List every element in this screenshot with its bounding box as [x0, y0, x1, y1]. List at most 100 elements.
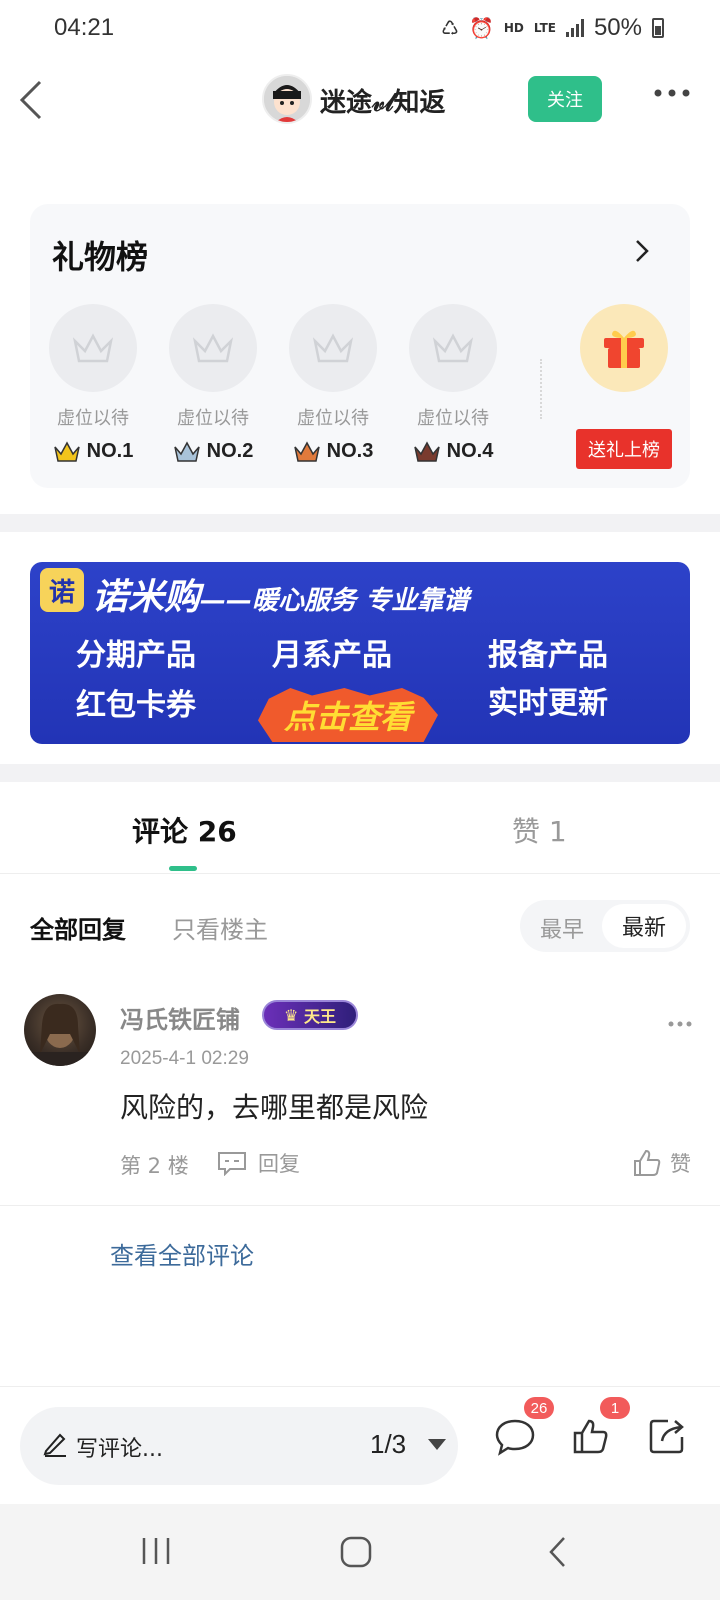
- section-separator: [0, 764, 720, 782]
- gift-board-more[interactable]: [634, 238, 650, 268]
- banner-logo: 诺: [40, 568, 84, 612]
- sort-oldest[interactable]: 最早: [540, 912, 584, 944]
- slot-rank: NO.3: [288, 440, 378, 463]
- slot-label: 虚位以待: [297, 408, 369, 429]
- recents-icon: [142, 1538, 170, 1564]
- comment-time: 2025-4-1 02:29: [120, 1048, 249, 1069]
- share-icon: [649, 1419, 684, 1454]
- crown-silver-icon: [173, 440, 200, 462]
- write-comment-box[interactable]: 写评论... 1/3: [20, 1407, 458, 1485]
- crown-outline-icon: [72, 333, 114, 363]
- avatar-photo-icon: [24, 1003, 96, 1066]
- promo-banner[interactable]: 诺 诺米购——暖心服务 专业靠谱 分期产品 月系产品 报备产品 红包卡券 实时更…: [30, 562, 690, 744]
- more-button[interactable]: [654, 88, 690, 98]
- banner-item: 报备产品: [488, 638, 608, 673]
- home-button[interactable]: [340, 1536, 372, 1572]
- send-gift-button[interactable]: 送礼上榜: [576, 429, 672, 469]
- reply-bubble-icon: [218, 1152, 246, 1176]
- empty-slot-circle: [49, 304, 137, 392]
- signal-icon: [565, 19, 584, 37]
- reply-label: 回复: [258, 1152, 300, 1176]
- back-icon: [549, 1537, 565, 1567]
- filter-all-replies[interactable]: 全部回复: [30, 910, 126, 945]
- slot-label: 虚位以待: [417, 408, 489, 429]
- banner-brand: 诺米购: [92, 577, 201, 618]
- filter-op-only[interactable]: 只看楼主: [172, 910, 268, 945]
- commenter-name[interactable]: 冯氏铁匠铺: [120, 1000, 240, 1035]
- comments-button[interactable]: [494, 1417, 536, 1461]
- gift-box-icon: [604, 330, 644, 368]
- reply-button[interactable]: 回复: [216, 1148, 300, 1178]
- tab-likes[interactable]: 赞 1: [512, 810, 567, 850]
- empty-slot-circle: [409, 304, 497, 392]
- banner-headline: 诺米购——暖心服务 专业靠谱: [92, 568, 469, 620]
- gift-slot-4[interactable]: 虚位以待 NO.4: [408, 304, 498, 463]
- more-horizontal-icon: [654, 89, 690, 97]
- active-tab-indicator: [169, 866, 197, 871]
- gift-slot-3[interactable]: 虚位以待 NO.3: [288, 304, 378, 463]
- like-label: 赞: [670, 1152, 691, 1176]
- system-back-button[interactable]: [548, 1536, 568, 1572]
- crown-badge-icon: ♛: [284, 1005, 299, 1025]
- user-level-badge: ♛ 天王: [262, 1000, 358, 1030]
- gift-slot-1[interactable]: 虚位以待 NO.1: [48, 304, 138, 463]
- back-button[interactable]: [18, 78, 48, 122]
- gift-slot-2[interactable]: 虚位以待 NO.2: [168, 304, 258, 463]
- sort-newest[interactable]: 最新: [602, 904, 686, 948]
- status-icons: ♺ ⏰ HD LTE 50%: [441, 14, 664, 42]
- badge-text: 天王: [303, 1007, 336, 1026]
- gift-board-title: 礼物榜: [52, 238, 149, 276]
- comment-more-button[interactable]: [668, 1012, 692, 1031]
- crown-outline-icon: [192, 333, 234, 363]
- thumbs-up-icon: [634, 1149, 661, 1176]
- recycle-icon: ♺: [441, 16, 459, 40]
- crown-outline-icon: [312, 333, 354, 363]
- like-post-button[interactable]: [572, 1417, 608, 1459]
- gift-button-icon[interactable]: [580, 304, 668, 392]
- sort-toggle: 最早 最新: [520, 900, 690, 952]
- comment-like-button[interactable]: 赞: [632, 1148, 691, 1178]
- hd-label: HD: [503, 21, 524, 35]
- author-name[interactable]: 迷途𝓋𝓁知返: [320, 82, 445, 119]
- tab-comments[interactable]: 评论 26: [132, 810, 237, 850]
- avatar-cartoon-icon: [264, 76, 310, 122]
- home-icon: [340, 1536, 372, 1568]
- gift-divider: [540, 359, 542, 419]
- caret-down-icon[interactable]: [428, 1439, 446, 1451]
- banner-slogan: ——暖心服务 专业靠谱: [200, 586, 470, 616]
- status-bar: 04:21 ♺ ⏰ HD LTE 50%: [0, 0, 720, 60]
- slot-rank: NO.1: [48, 440, 138, 463]
- comment-text: 风险的，去哪里都是风险: [120, 1091, 429, 1124]
- slot-rank-text: NO.1: [86, 440, 134, 462]
- commenter-avatar[interactable]: [24, 994, 96, 1066]
- author-avatar[interactable]: [262, 74, 312, 124]
- page-indicator[interactable]: 1/3: [370, 1429, 406, 1460]
- banner-item: 红包卡券: [76, 688, 196, 723]
- comment-tabs: 评论 26 赞 1: [0, 782, 720, 874]
- view-all-comments-link[interactable]: 查看全部评论: [110, 1236, 254, 1271]
- crown-dark-icon: [413, 440, 440, 462]
- nav-header: 迷途𝓋𝓁知返 关注: [0, 60, 720, 140]
- slot-label: 虚位以待: [57, 408, 129, 429]
- battery-icon: [652, 18, 664, 38]
- recents-button[interactable]: [140, 1536, 172, 1570]
- banner-item: 分期产品: [76, 638, 196, 673]
- section-separator: [0, 514, 720, 532]
- lte-label: LTE: [533, 21, 556, 35]
- thumbs-up-icon: [573, 1419, 608, 1454]
- like-count-badge: 1: [600, 1397, 630, 1419]
- banner-item: 月系产品: [272, 638, 392, 673]
- banner-cta[interactable]: 点击查看: [258, 688, 438, 742]
- empty-slot-circle: [169, 304, 257, 392]
- slot-rank-text: NO.3: [326, 440, 374, 462]
- banner-item: 实时更新: [488, 686, 608, 721]
- bottom-action-bar: 写评论... 1/3 26 1: [0, 1386, 720, 1504]
- empty-slot-circle: [289, 304, 377, 392]
- crown-bronze-icon: [293, 440, 320, 462]
- slot-rank-text: NO.2: [206, 440, 254, 462]
- crown-outline-icon: [432, 333, 474, 363]
- follow-button[interactable]: 关注: [528, 76, 602, 122]
- comment-count-badge: 26: [524, 1397, 554, 1419]
- share-button[interactable]: [648, 1417, 686, 1459]
- slot-rank: NO.4: [408, 440, 498, 463]
